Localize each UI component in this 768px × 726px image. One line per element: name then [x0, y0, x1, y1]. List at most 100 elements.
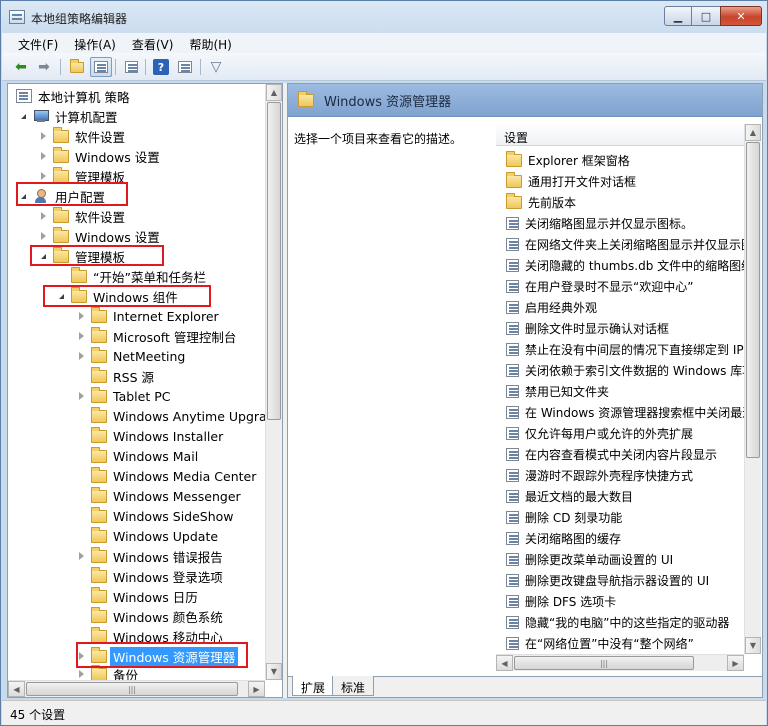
export-list-icon[interactable] — [120, 57, 142, 77]
expand-toggle-icon[interactable] — [76, 311, 86, 321]
menu-file[interactable]: 文件(F) — [10, 33, 66, 53]
list-item-policy[interactable]: 删除更改键盘导航指示器设置的 UI — [506, 570, 744, 591]
tree-horizontal-scrollbar[interactable]: ◀ ||| ▶ — [8, 680, 265, 697]
list-item-policy[interactable]: 关闭依赖于索引文件数据的 Windows 库功 — [506, 360, 744, 381]
filter-icon[interactable]: ▽ — [205, 57, 227, 77]
list-item-policy[interactable]: 仅允许每用户或允许的外壳扩展 — [506, 423, 744, 444]
list-item-policy[interactable]: 删除更改菜单动画设置的 UI — [506, 549, 744, 570]
tree-item-uc-software[interactable]: 软件设置 — [38, 206, 125, 226]
tree-item-component[interactable]: Internet Explorer — [76, 306, 219, 326]
close-button[interactable]: ✕ — [720, 6, 762, 26]
list-item-policy[interactable]: 在“网络位置”中没有“整个网络” — [506, 633, 744, 654]
tree-item-component[interactable]: Windows Anytime Upgrade — [91, 406, 282, 426]
tree-item-windows-components[interactable]: Windows 组件 — [56, 286, 178, 306]
tree-item-uc-admin[interactable]: 管理模板 — [38, 246, 125, 266]
maximize-button[interactable]: □ — [691, 6, 721, 26]
tree-item-component[interactable]: RSS 源 — [91, 366, 154, 386]
tree-item-component[interactable]: Windows Media Center — [91, 466, 256, 486]
expand-toggle-icon[interactable] — [76, 551, 86, 561]
tab-standard[interactable]: 标准 — [332, 676, 375, 696]
tree-item-component[interactable]: Windows Mail — [91, 446, 198, 466]
list-item-folder[interactable]: 通用打开文件对话框 — [506, 171, 744, 192]
scroll-thumb[interactable]: ||| — [514, 656, 694, 670]
scroll-left-icon[interactable]: ◀ — [496, 655, 513, 671]
list-item-policy[interactable]: 在网络文件夹上关闭缩略图显示并仅显示图 — [506, 234, 744, 255]
forward-arrow-icon[interactable]: ➡ — [33, 57, 55, 77]
expand-toggle-icon[interactable] — [38, 231, 48, 241]
title-bar[interactable]: 本地组策略编辑器 ▁ □ ✕ — [1, 1, 767, 33]
list-item-policy[interactable]: 漫游时不跟踪外壳程序快捷方式 — [506, 465, 744, 486]
list-item-policy[interactable]: 关闭隐藏的 thumbs.db 文件中的缩略图缓存 — [506, 255, 744, 276]
tree-item-root[interactable]: 本地计算机 策略 — [16, 86, 129, 106]
back-arrow-icon[interactable]: ⬅ — [10, 57, 32, 77]
list-item-policy[interactable]: 关闭缩略图的缓存 — [506, 528, 744, 549]
expand-toggle-icon[interactable] — [38, 251, 48, 261]
list-item-policy[interactable]: 关闭缩略图显示并仅显示图标。 — [506, 213, 744, 234]
scroll-thumb[interactable] — [746, 142, 760, 458]
scroll-up-icon[interactable]: ▲ — [745, 124, 761, 141]
scroll-thumb[interactable] — [267, 102, 281, 420]
menu-action[interactable]: 操作(A) — [66, 33, 124, 53]
properties-icon[interactable] — [174, 57, 196, 77]
list-item-policy[interactable]: 禁止在没有中间层的情况下直接绑定到 IPr — [506, 339, 744, 360]
list-item-policy[interactable]: 删除 DFS 选项卡 — [506, 591, 744, 612]
tree-item-component[interactable]: Windows 颜色系统 — [91, 606, 223, 626]
expand-toggle-icon[interactable] — [38, 211, 48, 221]
tree-vertical-scrollbar[interactable]: ▲ ▼ — [265, 84, 282, 680]
minimize-button[interactable]: ▁ — [664, 6, 692, 26]
list-item-folder[interactable]: Explorer 框架窗格 — [506, 150, 744, 171]
tab-extended[interactable]: 扩展 — [292, 676, 335, 696]
scroll-right-icon[interactable]: ▶ — [727, 655, 744, 671]
tree-item-component[interactable]: Windows 登录选项 — [91, 566, 223, 586]
expand-toggle-icon[interactable] — [76, 669, 86, 679]
scroll-down-icon[interactable]: ▼ — [266, 663, 282, 680]
tree-item-component[interactable]: Windows Update — [91, 526, 218, 546]
list-item-policy[interactable]: 最近文档的最大数目 — [506, 486, 744, 507]
list-item-policy[interactable]: 删除 CD 刻录功能 — [506, 507, 744, 528]
scroll-thumb[interactable]: ||| — [26, 682, 238, 696]
list-item-policy[interactable]: 在内容查看模式中关闭内容片段显示 — [506, 444, 744, 465]
list-item-policy[interactable]: 启用经典外观 — [506, 297, 744, 318]
settings-horizontal-scrollbar[interactable]: ◀ ||| ▶ — [496, 654, 744, 671]
tree-item-start-menu[interactable]: “开始”菜单和任务栏 — [71, 266, 206, 286]
help-icon[interactable]: ? — [150, 57, 172, 77]
expand-toggle-icon[interactable] — [76, 391, 86, 401]
tree-item-component[interactable]: Windows Installer — [91, 426, 223, 446]
tree-item-component[interactable]: Microsoft 管理控制台 — [76, 326, 236, 346]
menu-help[interactable]: 帮助(H) — [181, 33, 239, 53]
list-item-policy[interactable]: 在 Windows 资源管理器搜索框中关闭最近 — [506, 402, 744, 423]
list-item-policy[interactable]: 在用户登录时不显示“欢迎中心” — [506, 276, 744, 297]
show-hide-tree-icon[interactable] — [90, 57, 112, 77]
tree-item-component[interactable]: Windows 日历 — [91, 586, 198, 606]
expand-toggle-icon[interactable] — [18, 111, 28, 121]
up-folder-icon[interactable] — [66, 57, 88, 77]
tree-item-component[interactable]: Windows 移动中心 — [91, 626, 223, 646]
expand-toggle-icon[interactable] — [76, 351, 86, 361]
scroll-left-icon[interactable]: ◀ — [8, 681, 25, 697]
expand-toggle-icon[interactable] — [56, 291, 66, 301]
column-header-settings[interactable]: 设置 — [496, 124, 744, 146]
scroll-down-icon[interactable]: ▼ — [745, 637, 761, 654]
expand-toggle-icon[interactable] — [38, 151, 48, 161]
tree-item-windows-explorer[interactable]: Windows 资源管理器 — [76, 646, 239, 666]
list-item-policy[interactable]: 删除文件时显示确认对话框 — [506, 318, 744, 339]
list-item-policy[interactable]: 禁用已知文件夹 — [506, 381, 744, 402]
expand-toggle-icon[interactable] — [76, 331, 86, 341]
list-item-folder[interactable]: 先前版本 — [506, 192, 744, 213]
expand-toggle-icon[interactable] — [76, 651, 86, 661]
expand-toggle-icon[interactable] — [38, 171, 48, 181]
tree-item-computer-config[interactable]: 计算机配置 — [18, 106, 118, 126]
scroll-up-icon[interactable]: ▲ — [266, 84, 282, 101]
menu-view[interactable]: 查看(V) — [124, 33, 182, 53]
tree-item-component[interactable]: Tablet PC — [76, 386, 170, 406]
scroll-right-icon[interactable]: ▶ — [248, 681, 265, 697]
expand-toggle-icon[interactable] — [38, 131, 48, 141]
tree-item-user-config[interactable]: 用户配置 — [18, 186, 105, 206]
tree-item-component[interactable]: Windows Messenger — [91, 486, 241, 506]
tree-item-cc-windows[interactable]: Windows 设置 — [38, 146, 160, 166]
tree-item-cc-software[interactable]: 软件设置 — [38, 126, 125, 146]
tree-item-component[interactable]: Windows SideShow — [91, 506, 234, 526]
tree-item-component[interactable]: NetMeeting — [76, 346, 185, 366]
tree-item-cc-admin[interactable]: 管理模板 — [38, 166, 125, 186]
expand-toggle-icon[interactable] — [18, 191, 28, 201]
